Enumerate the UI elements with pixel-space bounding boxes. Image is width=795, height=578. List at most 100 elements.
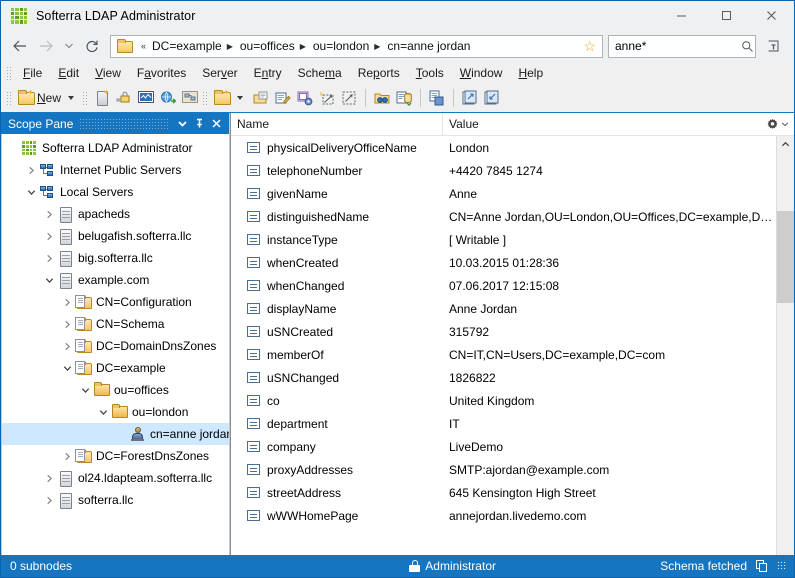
- search-icon[interactable]: [739, 40, 755, 53]
- tree-twisty-collapsed-icon[interactable]: [24, 159, 39, 181]
- menu-window[interactable]: Window: [452, 63, 511, 83]
- tree-item-local-servers[interactable]: Local Servers: [2, 181, 229, 203]
- table-row[interactable]: streetAddress 645 Kensington High Street: [231, 481, 776, 504]
- edit-entry-button[interactable]: [272, 86, 294, 110]
- tree-twisty-collapsed-icon[interactable]: [60, 313, 75, 335]
- copy-icon[interactable]: [756, 560, 768, 572]
- tree-item-dc-forestdnszones[interactable]: DC=ForestDnsZones: [2, 445, 229, 467]
- tree-twisty-collapsed-icon[interactable]: [60, 291, 75, 313]
- bind-button[interactable]: [113, 86, 135, 110]
- breadcrumb-chevron-icon[interactable]: ▶: [372, 42, 384, 51]
- open-entry-button[interactable]: [250, 86, 272, 110]
- menu-help[interactable]: Help: [510, 63, 551, 83]
- refresh-icon[interactable]: [79, 34, 105, 58]
- chevron-down-icon[interactable]: [174, 115, 191, 133]
- tree-twisty-expanded-icon[interactable]: [78, 379, 93, 401]
- tree-item-dc-example[interactable]: DC=example: [2, 357, 229, 379]
- scrollbar-thumb[interactable]: [777, 211, 794, 303]
- table-row[interactable]: uSNCreated 315792: [231, 320, 776, 343]
- menu-gripper[interactable]: [5, 65, 12, 81]
- table-row[interactable]: physicalDeliveryOfficeName London: [231, 136, 776, 159]
- breadcrumb-bar[interactable]: « DC=example ▶ ou=offices ▶ ou=london ▶ …: [110, 34, 603, 58]
- tree-twisty-expanded-icon[interactable]: [24, 181, 39, 203]
- menu-server[interactable]: Server: [194, 63, 245, 83]
- search-input[interactable]: [609, 39, 740, 53]
- minimize-button[interactable]: [659, 1, 704, 30]
- tree-twisty-collapsed-icon[interactable]: [42, 489, 57, 511]
- new-server-button[interactable]: ✦: [91, 86, 113, 110]
- tree-item-belugafish-softerra-llc[interactable]: belugafish.softerra.llc: [2, 225, 229, 247]
- resize-grip-icon[interactable]: [777, 561, 787, 571]
- tree-twisty-expanded-icon[interactable]: [60, 357, 75, 379]
- tree-item-dc-domaindnszones[interactable]: DC=DomainDnsZones: [2, 335, 229, 357]
- tree-item-cn-anne-jordan[interactable]: cn=anne jordan: [2, 423, 229, 445]
- tree-item-big-softerra-llc[interactable]: big.softerra.llc: [2, 247, 229, 269]
- history-dropdown-icon[interactable]: [59, 34, 79, 58]
- back-arrow-icon[interactable]: [7, 34, 33, 58]
- import-button[interactable]: [393, 86, 415, 110]
- table-row[interactable]: co United Kingdom: [231, 389, 776, 412]
- scrollbar-track[interactable]: [777, 153, 794, 555]
- chevron-down-icon[interactable]: [68, 96, 75, 100]
- table-row[interactable]: company LiveDemo: [231, 435, 776, 458]
- table-row[interactable]: whenCreated 10.03.2015 01:28:36: [231, 251, 776, 274]
- tree-twisty-collapsed-icon[interactable]: [42, 203, 57, 225]
- column-header-name[interactable]: Name: [231, 113, 443, 135]
- close-button[interactable]: [749, 1, 794, 30]
- table-row[interactable]: instanceType [ Writable ]: [231, 228, 776, 251]
- tree-item-softerra-llc[interactable]: softerra.llc: [2, 489, 229, 511]
- table-row[interactable]: proxyAddresses SMTP:ajordan@example.com: [231, 458, 776, 481]
- tree-item-apacheds[interactable]: apacheds: [2, 203, 229, 225]
- breadcrumb-item-1[interactable]: ou=offices: [237, 39, 298, 53]
- menu-view[interactable]: View: [87, 63, 129, 83]
- list-settings-button[interactable]: [760, 118, 794, 131]
- copy-entry-button[interactable]: [426, 86, 448, 110]
- pin-icon[interactable]: [191, 115, 208, 133]
- tree-item-ol24-ldapteam-softerra-llc[interactable]: ol24.ldapteam.softerra.llc: [2, 467, 229, 489]
- tree-twisty-collapsed-icon[interactable]: [42, 467, 57, 489]
- entry-properties-button[interactable]: [294, 86, 316, 110]
- browse-web-button[interactable]: [157, 86, 179, 110]
- scope-tree[interactable]: Softerra LDAP Administrator Internet Publ…: [1, 134, 229, 555]
- search-entries-button[interactable]: [371, 86, 393, 110]
- tree-item-internet-public-servers[interactable]: Internet Public Servers: [2, 159, 229, 181]
- tree-twisty-collapsed-icon[interactable]: [60, 335, 75, 357]
- chevron-down-icon[interactable]: [237, 96, 244, 100]
- close-icon[interactable]: [208, 115, 225, 133]
- tree-item-cn-configuration[interactable]: CN=Configuration: [2, 291, 229, 313]
- search-box[interactable]: [608, 34, 756, 58]
- vertical-scrollbar[interactable]: [776, 136, 794, 555]
- export-button[interactable]: [459, 86, 481, 110]
- toolbar-gripper[interactable]: [201, 90, 209, 106]
- table-row[interactable]: whenChanged 07.06.2017 12:15:08: [231, 274, 776, 297]
- tree-item-softerra-ldap-administrator[interactable]: Softerra LDAP Administrator: [2, 137, 229, 159]
- menu-tools[interactable]: Tools: [408, 63, 452, 83]
- menu-entry[interactable]: Entry: [246, 63, 290, 83]
- menu-favorites[interactable]: Favorites: [129, 63, 194, 83]
- import-entry-button[interactable]: [481, 86, 503, 110]
- new-entry-button[interactable]: ✦: [211, 86, 250, 110]
- tree-item-ou-london[interactable]: ou=london: [2, 401, 229, 423]
- plugin-icon[interactable]: [760, 35, 786, 58]
- breadcrumb-item-0[interactable]: DC=example: [149, 39, 225, 53]
- scope-pane-gripper[interactable]: [79, 117, 168, 130]
- forward-arrow-icon[interactable]: [33, 34, 59, 58]
- table-row[interactable]: givenName Anne: [231, 182, 776, 205]
- table-row[interactable]: wWWHomePage annejordan.livedemo.com: [231, 504, 776, 527]
- toolbar-gripper[interactable]: [81, 90, 89, 106]
- table-row[interactable]: displayName Anne Jordan: [231, 297, 776, 320]
- menu-schema[interactable]: Schema: [290, 63, 350, 83]
- tree-twisty-collapsed-icon[interactable]: [60, 445, 75, 467]
- tree-twisty-expanded-icon[interactable]: [96, 401, 111, 423]
- breadcrumb-item-3[interactable]: cn=anne jordan: [384, 39, 473, 53]
- tree-item-example-com[interactable]: example.com: [2, 269, 229, 291]
- new-button[interactable]: ✦ New: [15, 86, 81, 110]
- breadcrumb-overflow[interactable]: «: [138, 41, 149, 51]
- tree-item-ou-offices[interactable]: ou=offices: [2, 379, 229, 401]
- chevron-up-icon[interactable]: [777, 136, 794, 153]
- attribute-rows[interactable]: physicalDeliveryOfficeName London telephon…: [231, 136, 776, 555]
- breadcrumb-chevron-icon[interactable]: ▶: [298, 42, 310, 51]
- table-row[interactable]: uSNChanged 1826822: [231, 366, 776, 389]
- menu-edit[interactable]: Edit: [50, 63, 87, 83]
- menu-reports[interactable]: Reports: [350, 63, 408, 83]
